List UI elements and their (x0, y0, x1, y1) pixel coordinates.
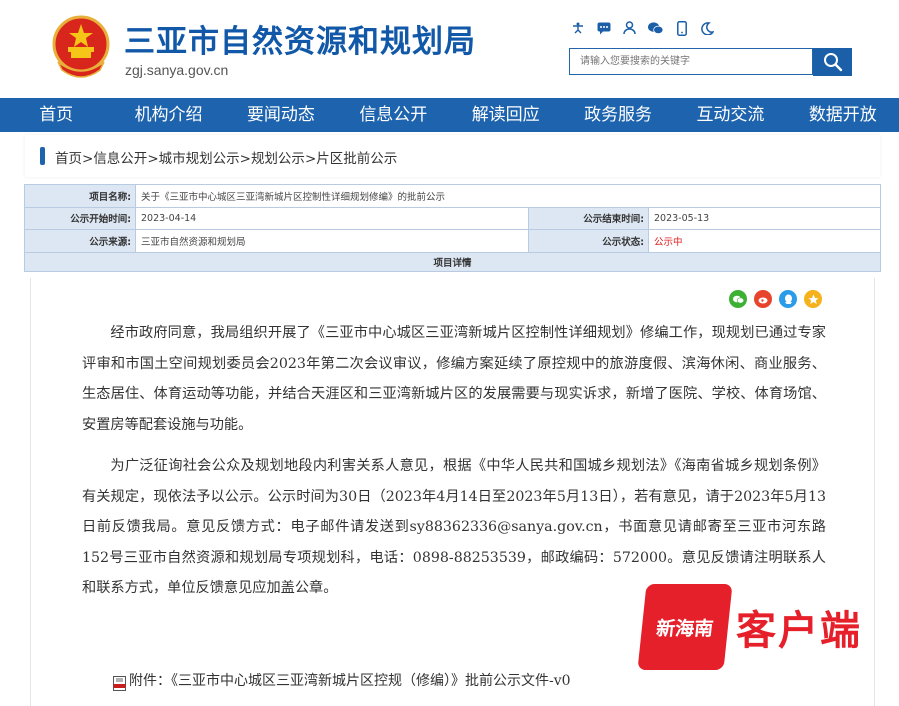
client-watermark: 新海南 客户端 (637, 584, 862, 670)
attachment-label[interactable]: 附件：《三亚市中心城区三亚湾新城片区控规（修编）》批前公示文件-v0 (129, 670, 571, 690)
nav-item-interaction[interactable]: 互动交流 (674, 98, 786, 132)
search-input[interactable] (570, 49, 812, 74)
nav-item-interpretation[interactable]: 解读回应 (450, 98, 562, 132)
attachment-link[interactable]: 附件：《三亚市中心城区三亚湾新城片区控规（修编）》批前公示文件-v0 (113, 668, 571, 691)
status-label: 公示状态: (528, 229, 649, 253)
status-badge: 公示中 (648, 229, 881, 253)
message-icon[interactable] (596, 20, 611, 37)
national-emblem-icon (52, 15, 110, 78)
project-info-table: 项目名称: 关于《三亚市中心城区三亚湾新城片区控制性详细规划修编》的批前公示 公… (24, 184, 881, 272)
breadcrumb-current[interactable]: 片区批前公示 (316, 151, 397, 167)
accessibility-icon[interactable] (570, 20, 585, 37)
nav-item-services[interactable]: 政务服务 (562, 98, 674, 132)
end-time-value: 2023-05-13 (648, 206, 881, 230)
top-toolbar (570, 18, 715, 38)
breadcrumb-city-planning[interactable]: 城市规划公示 (159, 151, 240, 167)
notice-paragraph-2: 为广泛征询社会公众及规划地段内利害关系人意见，根据《中华人民共和国城乡规划法》《… (82, 458, 826, 597)
breadcrumb: 首页>信息公开>城市规划公示>规划公示>片区批前公示 (55, 147, 397, 167)
notice-paragraph-1: 经市政府同意，我局组织开展了《三亚市中心城区三亚湾新城片区控制性详细规划》修编工… (82, 325, 826, 433)
qzone-share-icon[interactable] (804, 290, 822, 308)
wechat-share-icon[interactable] (729, 290, 747, 308)
nav-item-home[interactable]: 首页 (0, 98, 112, 132)
site-title[interactable]: 三亚市自然资源和规划局 (124, 16, 476, 61)
search-button[interactable] (813, 48, 852, 76)
breadcrumb-bar: 首页>信息公开>城市规划公示>规划公示>片区批前公示 (25, 135, 880, 177)
breadcrumb-separator: > (304, 151, 317, 167)
project-name-label: 项目名称: (24, 184, 136, 208)
weibo-share-icon[interactable] (754, 290, 772, 308)
breadcrumb-marker (40, 147, 45, 165)
nav-item-organization[interactable]: 机构介绍 (112, 98, 224, 132)
xinhainan-logo: 新海南 (637, 584, 733, 670)
breadcrumb-separator: > (82, 151, 94, 167)
breadcrumb-planning-notice[interactable]: 规划公示 (251, 151, 305, 167)
pdf-file-icon (113, 676, 126, 691)
start-time-value: 2023-04-14 (135, 206, 529, 230)
qq-share-icon[interactable] (779, 290, 797, 308)
nav-item-open-data[interactable]: 数据开放 (787, 98, 899, 132)
site-domain: zgj.sanya.gov.cn (125, 62, 229, 78)
main-nav: 首页 机构介绍 要闻动态 信息公开 解读回应 政务服务 互动交流 数据开放 (0, 98, 899, 132)
share-bar (729, 290, 822, 308)
source-value: 三亚市自然资源和规划局 (135, 229, 529, 253)
breadcrumb-home[interactable]: 首页 (55, 151, 82, 167)
breadcrumb-separator: > (239, 151, 251, 167)
source-label: 公示来源: (24, 229, 136, 253)
breadcrumb-disclosure[interactable]: 信息公开 (93, 151, 147, 167)
nav-item-disclosure[interactable]: 信息公开 (337, 98, 449, 132)
watermark-text: 客户端 (736, 608, 862, 654)
night-mode-icon[interactable] (700, 20, 715, 37)
search-box (569, 48, 813, 75)
wechat-icon[interactable] (648, 20, 663, 37)
details-header: 项目详情 (24, 251, 881, 272)
end-time-label: 公示结束时间: (528, 206, 649, 230)
site-header: 三亚市自然资源和规划局 zgj.sanya.gov.cn (0, 0, 899, 98)
start-time-label: 公示开始时间: (24, 206, 136, 230)
search-icon (823, 53, 842, 72)
breadcrumb-separator: > (147, 151, 159, 167)
user-icon[interactable] (622, 20, 637, 37)
mobile-icon[interactable] (674, 20, 689, 37)
project-name-value: 关于《三亚市中心城区三亚湾新城片区控制性详细规划修编》的批前公示 (135, 184, 881, 208)
nav-item-news[interactable]: 要闻动态 (225, 98, 337, 132)
